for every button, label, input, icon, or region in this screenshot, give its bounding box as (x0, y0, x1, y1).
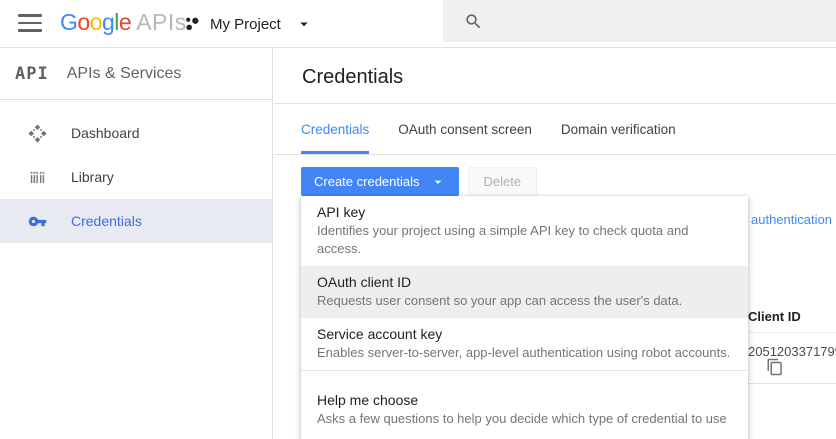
api-product-icon: API (15, 63, 49, 84)
logo-letter: g (101, 9, 115, 35)
search-input[interactable] (495, 13, 795, 29)
sidebar-title: APIs & Services (66, 64, 182, 82)
client-id-column-header: Client ID (748, 309, 801, 324)
menu-item-api-key[interactable]: API key Identifies your project using a … (301, 196, 748, 266)
menu-item-oauth-client-id[interactable]: OAuth client ID Requests user consent so… (301, 266, 748, 318)
sidebar-item-label: Dashboard (71, 125, 140, 141)
logo-suffix: APIs (136, 9, 187, 35)
search-bar (443, 0, 836, 42)
project-name: My Project (210, 15, 281, 33)
library-icon (28, 167, 48, 187)
sidebar-item-credentials[interactable]: Credentials (0, 199, 272, 243)
table-header-divider (748, 332, 836, 333)
project-switcher[interactable]: My Project (183, 0, 313, 48)
search-icon (466, 13, 481, 28)
logo-letter: e (118, 9, 132, 35)
sidebar-item-dashboard[interactable]: Dashboard (0, 111, 272, 155)
sidebar-item-library[interactable]: Library (0, 155, 272, 199)
create-credentials-button[interactable]: Create credentials (301, 167, 459, 196)
sidebar-nav: Dashboard Library Credentials (0, 100, 272, 243)
tab-credentials[interactable]: Credentials (301, 104, 370, 154)
logo-letter: o (77, 9, 90, 35)
menu-item-description: Asks a few questions to help you decide … (317, 411, 727, 426)
chevron-down-icon (430, 174, 446, 190)
menu-item-description: Identifies your project using a simple A… (317, 223, 689, 256)
actions-row: Create credentials Delete (301, 167, 538, 196)
menu-item-title: OAuth client ID (317, 274, 412, 290)
logo-letter: o (89, 9, 103, 35)
sidebar-header: API APIs & Services (0, 48, 272, 100)
table-row-divider (748, 383, 836, 384)
menu-item-help-me-choose[interactable]: Help me choose Asks a few questions to h… (301, 371, 748, 439)
menu-item-title: Help me choose (317, 392, 419, 408)
create-credentials-menu: API key Identifies your project using a … (301, 196, 748, 439)
page-title: Credentials (302, 66, 404, 88)
create-credentials-label: Create credentials (314, 174, 420, 189)
menu-item-description: Requests user consent so your app can ac… (317, 293, 683, 308)
menu-item-description: Enables server-to-server, app-level auth… (317, 345, 731, 360)
chevron-down-icon (295, 15, 313, 33)
menu-item-title: API key (317, 204, 366, 220)
copy-icon[interactable] (766, 358, 784, 376)
tab-domain-verification[interactable]: Domain verification (561, 104, 676, 154)
authentication-link[interactable]: authentication (751, 212, 836, 227)
logo-letter: G (60, 9, 78, 35)
client-id-value: 2051203371799 (748, 344, 836, 359)
menu-item-title: Service account key (317, 326, 443, 342)
google-apis-console: Google APIs My Project API APIs & Service… (0, 0, 836, 439)
top-bar: Google APIs My Project (0, 0, 836, 48)
key-icon (28, 211, 48, 231)
project-icon (183, 15, 202, 34)
menu-icon[interactable] (18, 14, 42, 34)
tab-oauth-consent-screen[interactable]: OAuth consent screen (398, 104, 532, 154)
sidebar-item-label: Credentials (71, 213, 142, 229)
sidebar-item-label: Library (71, 169, 114, 185)
menu-item-service-account-key[interactable]: Service account key Enables server-to-se… (301, 318, 748, 370)
dashboard-icon (28, 123, 48, 143)
delete-button[interactable]: Delete (467, 167, 538, 196)
tab-bar: Credentials OAuth consent screen Domain … (274, 104, 836, 155)
google-apis-logo[interactable]: Google APIs (60, 9, 187, 36)
sidebar: API APIs & Services Dashboard Library Cr… (0, 48, 273, 439)
